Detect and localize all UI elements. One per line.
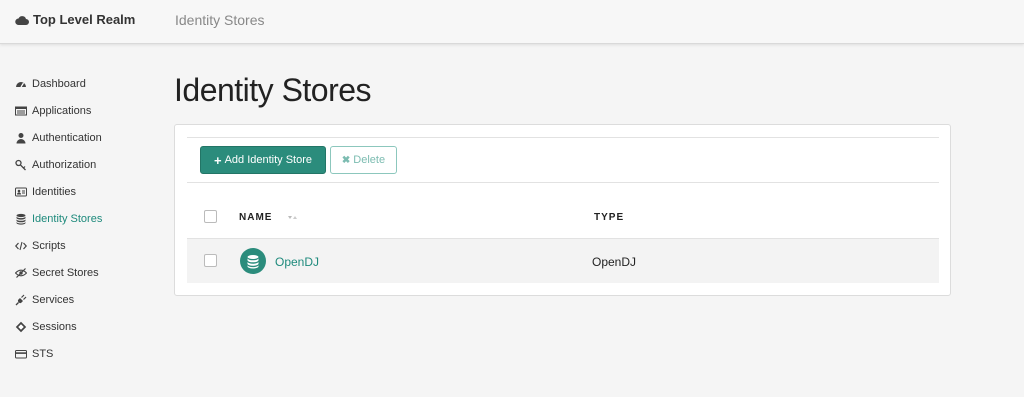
delete-button[interactable]: ✖ Delete: [330, 146, 397, 174]
delete-label: Delete: [353, 154, 386, 166]
add-identity-store-label: Add Identity Store: [224, 154, 313, 166]
table-header: NAME TYPE: [187, 195, 939, 239]
sidebar-item-dashboard[interactable]: Dashboard: [0, 70, 150, 97]
sidebar-item-sessions[interactable]: Sessions: [0, 313, 150, 340]
sidebar-item-label: Applications: [32, 104, 92, 117]
sidebar-item-secret-stores[interactable]: Secret Stores: [0, 259, 150, 286]
sidebar-item-authorization[interactable]: Authorization: [0, 151, 150, 178]
sidebar-item-label: Sessions: [32, 320, 77, 333]
identity-store-name-link[interactable]: OpenDJ: [275, 255, 319, 269]
sidebar-item-label: Scripts: [32, 239, 66, 252]
sidebar-item-label: Identities: [32, 185, 77, 198]
identity-store-type: OpenDJ: [592, 255, 637, 269]
page-title: Identity Stores: [174, 72, 372, 108]
key-icon: [15, 159, 27, 171]
sidebar-nav: Dashboard Applications Authentication Au…: [0, 70, 150, 367]
plug-icon: [15, 294, 27, 306]
sidebar-item-services[interactable]: Services: [0, 286, 150, 313]
ticket-icon: [15, 321, 27, 333]
sidebar-item-label: Services: [32, 293, 75, 306]
sidebar-item-sts[interactable]: STS: [0, 340, 150, 367]
sidebar-item-applications[interactable]: Applications: [0, 97, 150, 124]
column-header-name[interactable]: NAME: [239, 212, 272, 223]
code-icon: [15, 240, 27, 252]
sidebar-item-scripts[interactable]: Scripts: [0, 232, 150, 259]
select-all-checkbox[interactable]: [204, 210, 217, 223]
realm-selector[interactable]: Top Level Realm: [15, 12, 135, 27]
sidebar-item-label: Authorization: [32, 158, 97, 171]
sidebar-item-identity-stores[interactable]: Identity Stores: [0, 205, 150, 232]
applications-icon: [15, 105, 27, 117]
credit-card-icon: [15, 348, 27, 360]
dashboard-icon: [15, 78, 27, 90]
top-navbar: Top Level Realm Identity Stores: [0, 0, 1024, 44]
divider: [187, 137, 939, 138]
sidebar-item-identities[interactable]: Identities: [0, 178, 150, 205]
sidebar-item-label: Secret Stores: [32, 266, 99, 279]
plus-icon: +: [213, 152, 222, 168]
sidebar-item-label: Dashboard: [32, 77, 86, 90]
add-identity-store-button[interactable]: + Add Identity Store: [200, 146, 326, 174]
database-icon: [15, 213, 27, 225]
eye-slash-icon: [15, 267, 27, 279]
user-icon: [15, 132, 27, 144]
breadcrumb: Identity Stores: [175, 12, 265, 28]
sort-icon[interactable]: [288, 215, 298, 221]
table-row[interactable]: OpenDJ OpenDJ: [187, 239, 939, 283]
close-icon: ✖: [341, 154, 351, 166]
id-card-icon: [15, 186, 27, 198]
sidebar-item-label: STS: [32, 347, 54, 360]
database-icon: [240, 248, 266, 274]
identity-stores-panel: + Add Identity Store ✖ Delete NAME TYPE …: [174, 124, 951, 296]
sidebar-item-authentication[interactable]: Authentication: [0, 124, 150, 151]
realm-name: Top Level Realm: [33, 12, 136, 27]
column-header-type: TYPE: [594, 212, 625, 223]
cloud-icon: [15, 15, 29, 25]
row-checkbox[interactable]: [204, 254, 217, 267]
sidebar-item-label: Identity Stores: [32, 212, 103, 225]
sidebar-item-label: Authentication: [32, 131, 102, 144]
divider: [187, 182, 939, 183]
